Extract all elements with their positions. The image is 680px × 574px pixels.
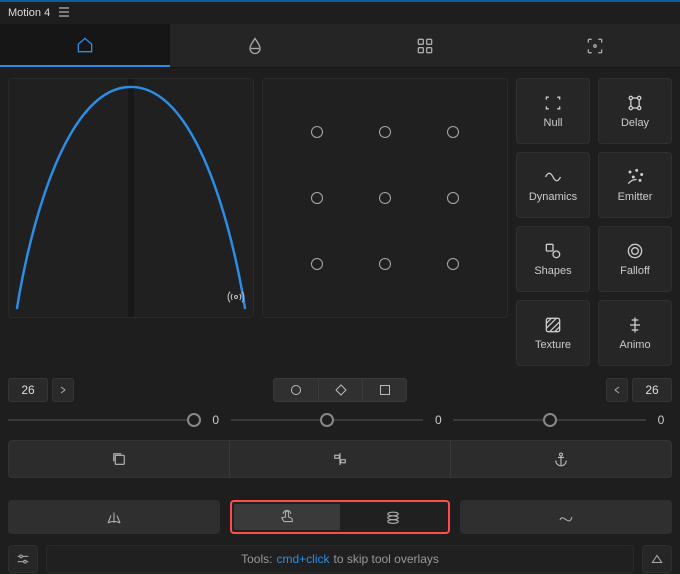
shape-diamond-button[interactable] [318,379,362,401]
tool-label: Delay [621,117,649,129]
anchor-top-center[interactable] [379,126,391,138]
bottom-tab-highlighted [230,500,450,534]
sliders-icon [15,551,31,567]
focus-icon [585,36,605,56]
square-icon [379,384,391,396]
align-icon [331,450,349,468]
collapse-button[interactable] [642,545,672,573]
nav-tab-focus[interactable] [510,24,680,67]
anchor-top-right[interactable] [447,126,459,138]
shapes-icon [543,241,563,261]
tool-null[interactable]: Null [516,78,590,144]
falloff-icon [625,241,645,261]
tool-label: Dynamics [529,191,577,203]
dynamics-icon [543,167,563,187]
tool-label: Null [544,117,563,129]
left-step-button[interactable] [52,378,74,402]
home-icon [75,35,95,55]
tool-label: Shapes [534,265,571,277]
bottom-tab-tap[interactable] [234,504,340,530]
tool-label: Falloff [620,265,650,277]
fan-icon [105,508,123,526]
animo-icon [625,315,645,335]
nav-tab-home[interactable] [0,24,170,67]
chevron-right-icon [61,387,65,393]
slider-3[interactable] [453,410,646,430]
slider-2[interactable] [231,410,424,430]
texture-icon [543,315,563,335]
triangle-up-icon [650,552,664,566]
tool-emitter[interactable]: Emitter [598,152,672,218]
right-step-button[interactable] [606,378,628,402]
anchor-top-left[interactable] [311,126,323,138]
action-clone-button[interactable] [9,441,229,477]
anchor-bot-right[interactable] [447,258,459,270]
app-title: Motion 4 [8,7,50,19]
status-prefix: Tools: [241,552,272,566]
hamburger-icon[interactable] [58,6,70,21]
titlebar: Motion 4 [0,2,680,24]
tool-label: Texture [535,339,571,351]
anchor-mid-right[interactable] [447,192,459,204]
status-message: Tools: cmd+click to skip tool overlays [46,545,634,573]
shape-segment-group [273,378,407,402]
action-align-button[interactable] [229,441,450,477]
action-anchor-button[interactable] [450,441,671,477]
anchor-mid-left[interactable] [311,192,323,204]
stack-icon [384,508,402,526]
emitter-icon [625,167,645,187]
nav-tabs [0,24,680,68]
nav-tab-grid[interactable] [340,24,510,67]
droplet-icon [245,36,265,56]
tool-label: Animo [619,339,650,351]
anchor-icon [552,450,570,468]
tool-texture[interactable]: Texture [516,300,590,366]
tap-icon [278,508,296,526]
null-icon [543,93,563,113]
slider-1[interactable] [8,410,201,430]
tool-falloff[interactable]: Falloff [598,226,672,292]
chevron-left-icon [615,387,619,393]
anchor-bot-center[interactable] [379,258,391,270]
tool-animo[interactable]: Animo [598,300,672,366]
tool-tiles: Null Delay Dynamics Emitter Shapes [516,78,672,366]
left-frame-value[interactable]: 26 [8,378,48,402]
circle-icon [290,384,302,396]
grid-icon [415,36,435,56]
path-icon [557,508,575,526]
action-bar [8,440,672,478]
shape-circle-button[interactable] [274,379,318,401]
shape-square-button[interactable] [362,379,406,401]
right-frame-value[interactable]: 26 [632,378,672,402]
tool-shapes[interactable]: Shapes [516,226,590,292]
curve-panel[interactable] [8,78,254,318]
status-bar: Tools: cmd+click to skip tool overlays [0,544,680,574]
tool-delay[interactable]: Delay [598,78,672,144]
status-suffix: to skip tool overlays [333,552,438,566]
bottom-tab-stack[interactable] [340,504,446,530]
bottom-bar [0,500,680,534]
anchor-bot-left[interactable] [311,258,323,270]
anchor-grid [262,78,508,318]
bottom-tab-fan[interactable] [8,500,220,534]
slider-3-value: 0 [654,413,668,427]
broadcast-icon[interactable] [227,288,245,309]
nav-tab-color[interactable] [170,24,340,67]
slider-1-value: 0 [209,413,223,427]
anchor-mid-center[interactable] [379,192,391,204]
delay-icon [625,93,645,113]
tool-label: Emitter [618,191,653,203]
settings-sliders-button[interactable] [8,545,38,573]
slider-2-value: 0 [431,413,445,427]
clone-icon [110,450,128,468]
status-shortcut: cmd+click [276,552,329,566]
tool-dynamics[interactable]: Dynamics [516,152,590,218]
bottom-tab-path[interactable] [460,500,672,534]
diamond-icon [335,384,347,396]
